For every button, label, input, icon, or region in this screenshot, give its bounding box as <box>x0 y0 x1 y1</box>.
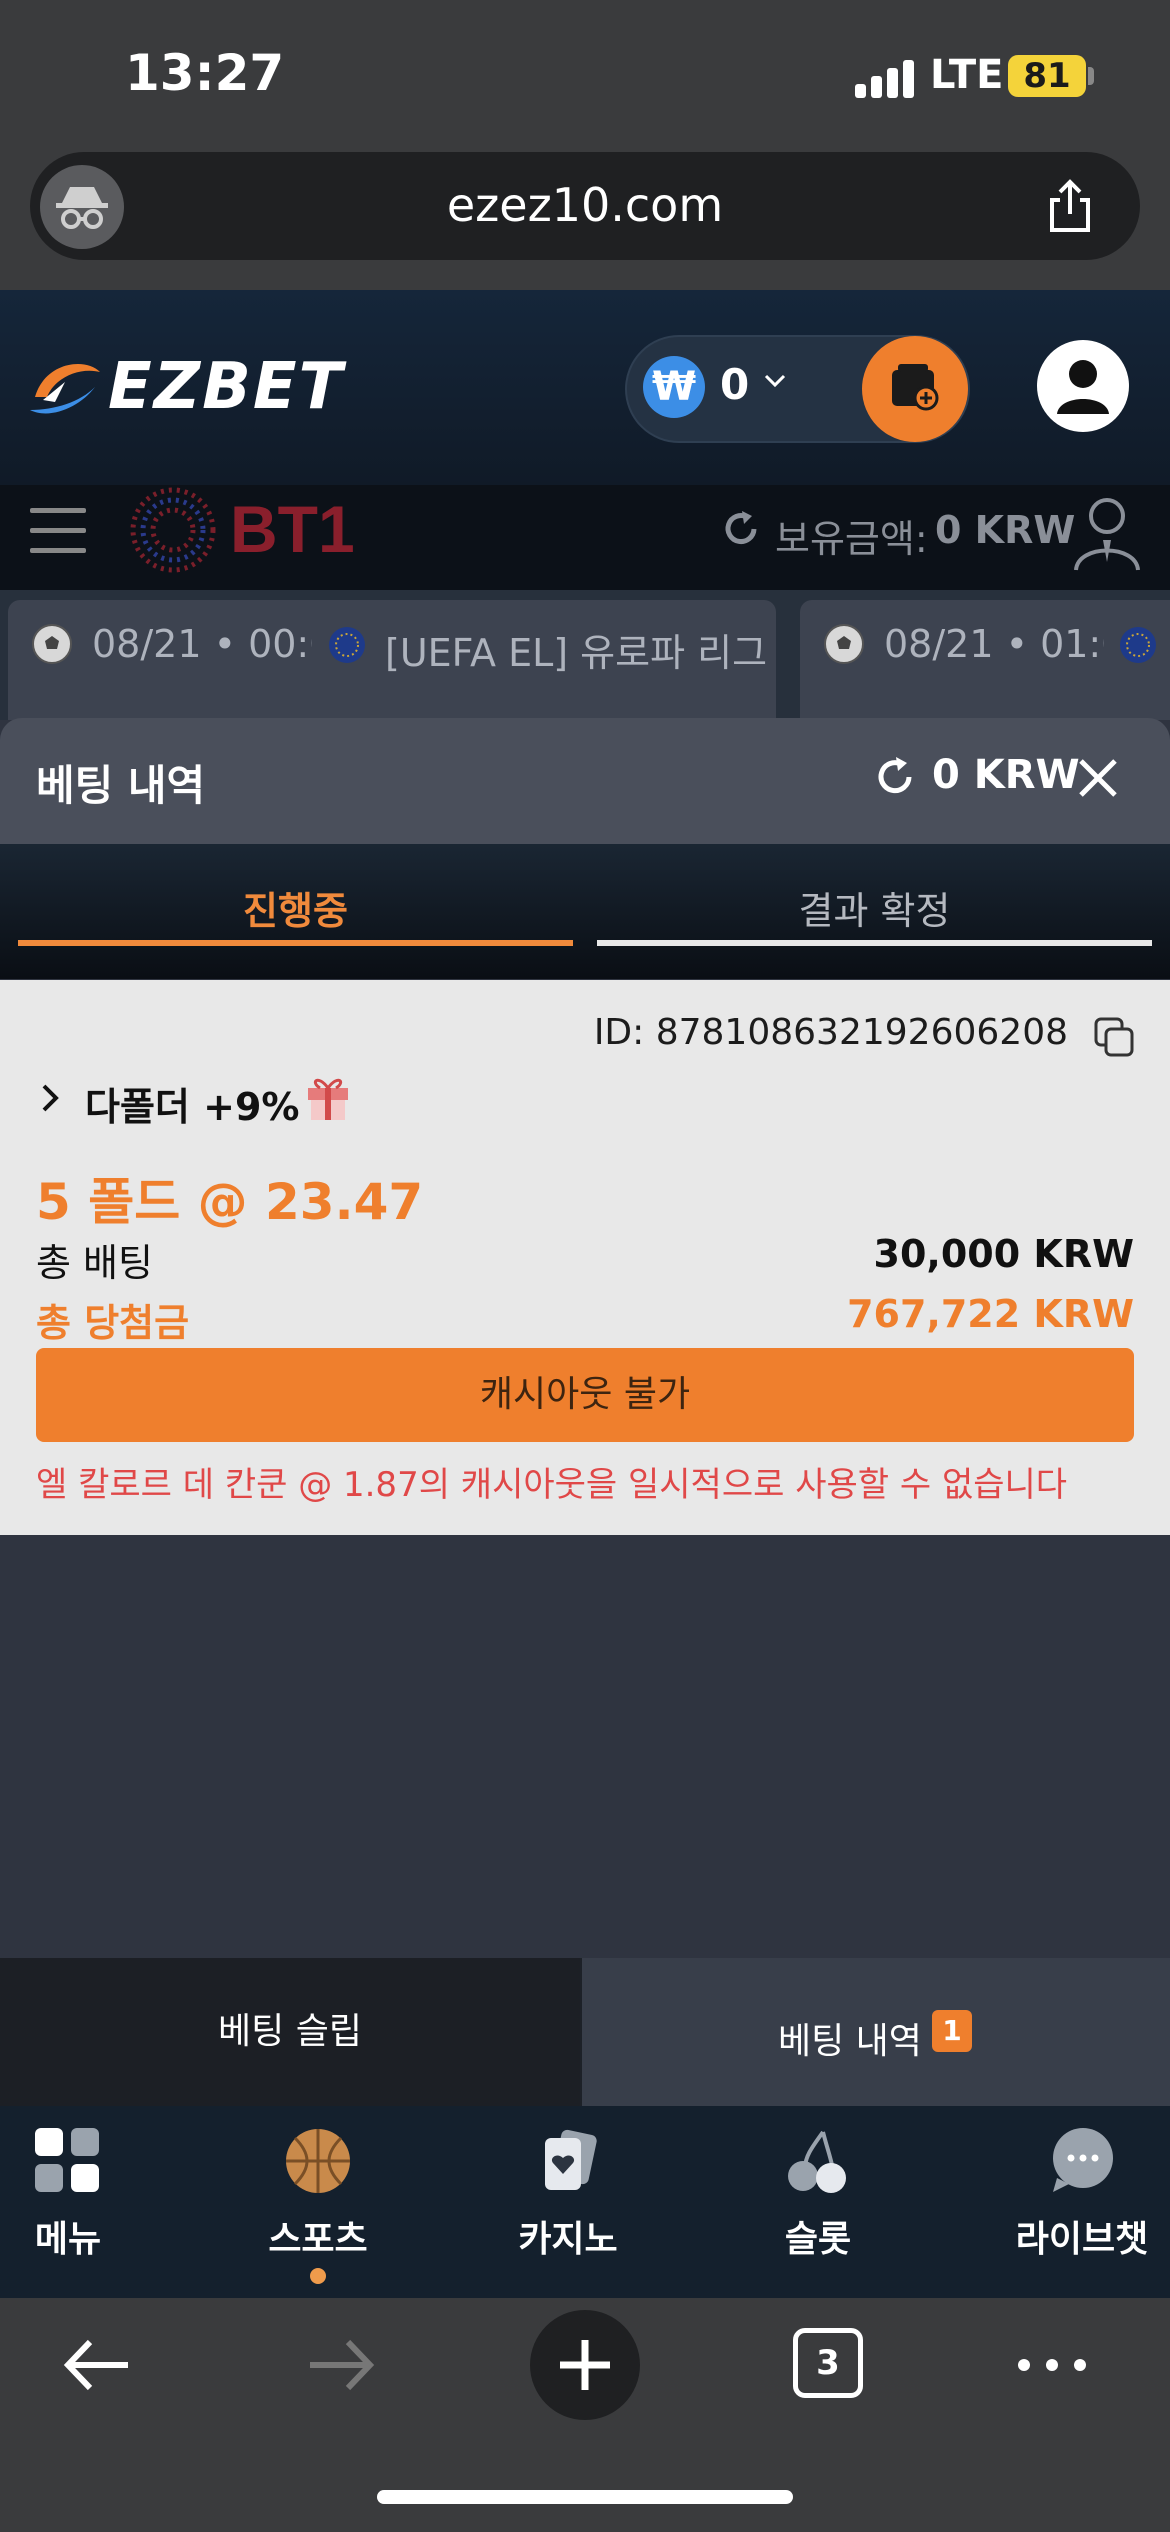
league-icon <box>1118 625 1158 665</box>
cashout-error-message: 엘 칼로르 데 칸쿤 @ 1.87의 캐시아웃을 일시적으로 사용할 수 없습니… <box>36 1465 1068 1505</box>
battery-icon: 81 <box>1008 55 1086 97</box>
tab-ongoing[interactable]: 진행중 <box>18 880 573 935</box>
panel-empty-area <box>0 1535 1170 1960</box>
wallet-amount: 0 <box>720 360 750 409</box>
copy-icon[interactable] <box>1092 1015 1136 1059</box>
tab-settled-underline <box>597 940 1152 946</box>
signal-icon <box>855 58 915 98</box>
url-text[interactable]: ezez10.com <box>0 178 1170 232</box>
chevron-right-icon[interactable] <box>36 1078 64 1118</box>
deposit-button[interactable] <box>862 336 968 442</box>
bet-slip-tab[interactable]: 베팅 슬립 <box>0 1958 580 2106</box>
more-options-icon[interactable] <box>1012 2350 1092 2380</box>
nav-label: 카지노 <box>518 2219 618 2260</box>
match-title: [UEFA EL] 유로파 리그 … <box>385 631 770 675</box>
share-icon[interactable] <box>1040 176 1100 236</box>
nav-label: 라이브챗 <box>1015 2219 1149 2260</box>
back-arrow-icon[interactable] <box>58 2330 138 2400</box>
nav-sports[interactable]: 스포츠 <box>228 2126 408 2262</box>
basketball-icon <box>283 2126 353 2196</box>
won-icon: ₩ <box>643 356 705 418</box>
ezbet-logo-text[interactable]: EZBET <box>108 350 344 424</box>
nav-label: 메뉴 <box>34 2219 102 2260</box>
total-bet-value: 30,000 KRW <box>873 1232 1135 1276</box>
gift-icon <box>300 1068 356 1124</box>
match-datetime: 08/21 • 01:00 <box>884 622 1104 666</box>
svg-text:BT1: BT1 <box>230 492 355 566</box>
active-indicator-dot <box>310 2268 326 2284</box>
network-label: LTE <box>930 52 1004 98</box>
tab-ongoing-underline <box>18 940 573 946</box>
panel-title: 베팅 내역 <box>36 761 206 810</box>
refresh-icon[interactable] <box>873 755 917 799</box>
cherry-icon <box>783 2126 853 2196</box>
bet-history-tab-label: 베팅 내역 <box>778 2021 922 2062</box>
bet-type[interactable]: 다폴더 +9% <box>85 1076 299 1131</box>
tab-settled[interactable]: 결과 확정 <box>597 880 1152 935</box>
league-icon <box>327 625 367 665</box>
nav-casino[interactable]: 카지노 <box>478 2126 658 2262</box>
profile-avatar[interactable] <box>1037 340 1129 432</box>
chat-icon <box>1047 2126 1117 2196</box>
fold-odds: 5 폴드 @ 23.47 <box>36 1173 424 1231</box>
panel-balance: 0 KRW <box>932 752 1080 798</box>
user-icon[interactable] <box>1070 492 1145 572</box>
refresh-icon[interactable] <box>720 508 762 550</box>
nav-slots[interactable]: 슬롯 <box>728 2126 908 2262</box>
soccer-ball-icon <box>30 622 74 666</box>
nav-label: 슬롯 <box>784 2219 852 2260</box>
cashout-button[interactable]: 캐시아웃 불가 <box>36 1348 1134 1442</box>
chevron-down-icon[interactable] <box>762 360 788 408</box>
new-tab-button[interactable] <box>530 2310 640 2420</box>
total-win-value: 767,722 KRW <box>847 1292 1134 1336</box>
nav-livechat[interactable]: 라이브챗 <box>992 2126 1170 2262</box>
home-indicator <box>377 2490 793 2504</box>
nav-menu[interactable]: 메뉴 <box>0 2126 158 2262</box>
grid-icon <box>33 2126 103 2196</box>
holding-label: 보유금액: <box>775 517 928 561</box>
nav-label: 스포츠 <box>268 2219 368 2260</box>
soccer-ball-icon <box>822 622 866 666</box>
close-icon[interactable] <box>1075 755 1121 801</box>
status-time: 13:27 <box>125 44 285 102</box>
forward-arrow-icon[interactable] <box>300 2330 380 2400</box>
holding-amount: 0 KRW <box>935 508 1076 552</box>
bt1-logo: BT1 <box>125 480 365 580</box>
cards-icon <box>533 2126 603 2196</box>
bet-id: ID: 878108632192606208 <box>593 1012 1068 1053</box>
hamburger-menu-icon[interactable] <box>30 508 86 554</box>
history-count-badge: 1 <box>932 2010 972 2052</box>
tabs-count-button[interactable]: 3 <box>793 2328 863 2398</box>
battery-tip <box>1088 67 1094 85</box>
match-datetime: 08/21 • 00:00 <box>92 622 312 666</box>
ezbet-logo-icon[interactable] <box>25 352 105 422</box>
